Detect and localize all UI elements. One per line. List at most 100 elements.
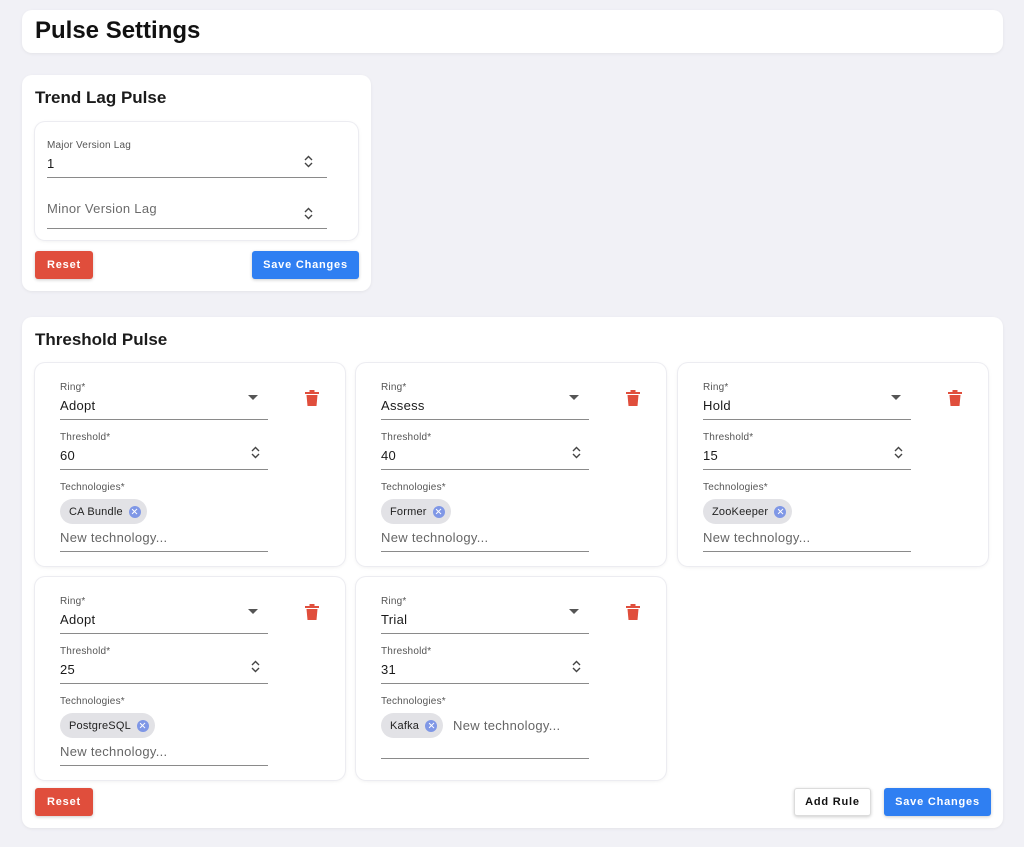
page-header: Pulse Settings — [22, 10, 1003, 53]
new-technology-placeholder[interactable]: New technology... — [703, 530, 810, 545]
technology-chip: ZooKeeper — [703, 499, 793, 524]
threshold-label: Threshold* — [703, 432, 754, 443]
field-underline — [47, 177, 327, 178]
dropdown-arrow-icon — [569, 609, 579, 614]
field-underline — [381, 551, 589, 552]
threshold-input[interactable]: Threshold* 31 — [381, 646, 589, 684]
threshold-input[interactable]: Threshold* 25 — [60, 646, 268, 684]
ring-select[interactable]: Ring* Adopt — [60, 596, 268, 634]
trend-lag-card: Major Version Lag 1 Minor Version Lag — [35, 122, 358, 240]
field-underline — [703, 419, 911, 420]
trend-lag-panel: Trend Lag Pulse Major Version Lag 1 Mino… — [22, 75, 371, 291]
technologies-label: Technologies* — [60, 696, 125, 707]
dropdown-arrow-icon — [248, 609, 258, 614]
field-underline — [381, 758, 589, 759]
field-underline — [381, 419, 589, 420]
field-underline — [60, 419, 268, 420]
technology-chip-label: ZooKeeper — [712, 505, 769, 518]
threshold-input[interactable]: Threshold* 60 — [60, 432, 268, 470]
chip-remove-icon[interactable] — [774, 505, 787, 518]
new-technology-placeholder[interactable]: New technology... — [381, 530, 488, 545]
rule-card: Ring* Adopt Threshold* 25 Technologies* … — [35, 577, 345, 780]
chip-remove-icon[interactable] — [432, 505, 445, 518]
threshold-label: Threshold* — [60, 646, 111, 657]
threshold-value: 25 — [60, 662, 76, 677]
page-title: Pulse Settings — [35, 17, 201, 44]
trash-icon[interactable] — [948, 390, 962, 406]
chip-remove-icon[interactable] — [136, 719, 149, 732]
ring-value: Hold — [703, 398, 731, 413]
minor-version-lag-placeholder: Minor Version Lag — [47, 201, 157, 216]
technologies-input[interactable]: Technologies* ZooKeeper New technology..… — [703, 482, 911, 552]
threshold-label: Threshold* — [381, 432, 432, 443]
technology-chip-label: Former — [390, 505, 427, 518]
dropdown-arrow-icon — [248, 395, 258, 400]
technologies-label: Technologies* — [60, 482, 125, 493]
threshold-input[interactable]: Threshold* 40 — [381, 432, 589, 470]
new-technology-placeholder[interactable]: New technology... — [453, 718, 560, 733]
technology-chip: Kafka — [381, 713, 444, 738]
threshold-input[interactable]: Threshold* 15 — [703, 432, 911, 470]
spinner-icon[interactable] — [304, 155, 313, 168]
chip-remove-icon[interactable] — [425, 719, 438, 732]
ring-select[interactable]: Ring* Trial — [381, 596, 589, 634]
new-technology-placeholder[interactable]: New technology... — [60, 744, 167, 759]
spinner-icon[interactable] — [304, 207, 313, 220]
field-underline — [60, 765, 268, 766]
spinner-icon[interactable] — [251, 446, 260, 459]
spinner-icon[interactable] — [251, 660, 260, 673]
new-technology-placeholder[interactable]: New technology... — [60, 530, 167, 545]
ring-label: Ring* — [381, 596, 407, 607]
major-version-lag-field[interactable]: Major Version Lag 1 — [47, 140, 327, 178]
technologies-label: Technologies* — [703, 482, 768, 493]
field-underline — [60, 633, 268, 634]
major-version-lag-label: Major Version Lag — [47, 140, 132, 151]
threshold-save-button[interactable]: Save Changes — [884, 788, 991, 816]
technologies-label: Technologies* — [381, 482, 446, 493]
threshold-title: Threshold Pulse — [35, 330, 168, 349]
spinner-icon[interactable] — [572, 660, 581, 673]
technologies-input[interactable]: Technologies* CA Bundle New technology..… — [60, 482, 268, 552]
technologies-label: Technologies* — [381, 696, 446, 707]
technology-chip: Former — [381, 499, 451, 524]
rule-card: Ring* Hold Threshold* 15 Technologies* Z… — [678, 363, 988, 566]
technology-chip-label: Kafka — [390, 719, 420, 732]
add-rule-button[interactable]: Add Rule — [794, 788, 871, 816]
field-underline — [381, 683, 589, 684]
ring-value: Adopt — [60, 612, 96, 627]
field-underline — [703, 469, 911, 470]
dropdown-arrow-icon — [569, 395, 579, 400]
dropdown-arrow-icon — [891, 395, 901, 400]
field-underline — [60, 683, 268, 684]
ring-label: Ring* — [381, 382, 407, 393]
field-underline — [47, 228, 327, 229]
ring-label: Ring* — [60, 596, 86, 607]
spinner-icon[interactable] — [572, 446, 581, 459]
technology-chip: PostgreSQL — [60, 713, 155, 738]
trash-icon[interactable] — [626, 604, 640, 620]
ring-select[interactable]: Ring* Assess — [381, 382, 589, 420]
ring-select[interactable]: Ring* Adopt — [60, 382, 268, 420]
ring-value: Trial — [381, 612, 408, 627]
technologies-input[interactable]: Technologies* Former New technology... — [381, 482, 589, 552]
threshold-value: 40 — [381, 448, 397, 463]
threshold-value: 31 — [381, 662, 397, 677]
trend-lag-title: Trend Lag Pulse — [35, 88, 167, 107]
ring-select[interactable]: Ring* Hold — [703, 382, 911, 420]
technologies-input[interactable]: Technologies* PostgreSQL New technology.… — [60, 696, 268, 766]
rule-card: Ring* Adopt Threshold* 60 Technologies* … — [35, 363, 345, 566]
trash-icon[interactable] — [305, 604, 319, 620]
field-underline — [381, 469, 589, 470]
rule-card: Ring* Trial Threshold* 31 Technologies* … — [356, 577, 666, 780]
threshold-reset-button[interactable]: Reset — [35, 788, 93, 816]
trash-icon[interactable] — [305, 390, 319, 406]
rule-card: Ring* Assess Threshold* 40 Technologies*… — [356, 363, 666, 566]
spinner-icon[interactable] — [894, 446, 903, 459]
ring-label: Ring* — [703, 382, 729, 393]
trend-save-button[interactable]: Save Changes — [252, 251, 359, 279]
technologies-input[interactable]: Technologies* Kafka New technology... — [381, 696, 589, 759]
trend-reset-button[interactable]: Reset — [35, 251, 93, 279]
trash-icon[interactable] — [626, 390, 640, 406]
chip-remove-icon[interactable] — [128, 505, 141, 518]
minor-version-lag-field[interactable]: Minor Version Lag — [47, 192, 327, 229]
